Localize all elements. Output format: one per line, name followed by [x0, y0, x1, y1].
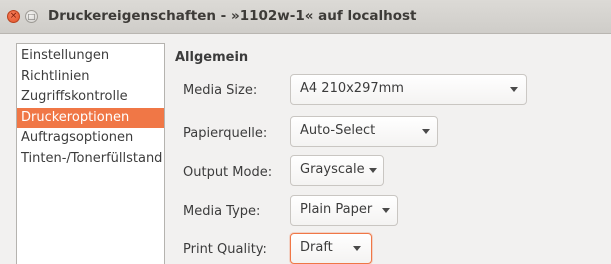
- sidebar-item-richtlinien[interactable]: Richtlinien: [17, 67, 164, 88]
- media-type-value: Plain Paper: [300, 202, 373, 217]
- sidebar-item-tinten-tonerfuellstand[interactable]: Tinten-/Tonerfüllstand: [17, 149, 164, 170]
- edge-fade: [521, 34, 611, 264]
- window-title: Druckereigenschaften - »1102w-1« auf loc…: [48, 8, 417, 24]
- minimize-icon: □: [27, 12, 36, 21]
- output-mode-value: Grayscale: [300, 162, 365, 177]
- close-icon: ×: [9, 11, 18, 21]
- settings-sidebar: Einstellungen Richtlinien Zugriffskontro…: [16, 43, 165, 264]
- papierquelle-select[interactable]: Auto-Select: [290, 116, 438, 147]
- chevron-down-icon: [353, 246, 361, 251]
- chevron-down-icon: [382, 208, 390, 213]
- output-mode-select[interactable]: Grayscale: [290, 155, 384, 186]
- chevron-down-icon: [422, 129, 430, 134]
- media-type-label: Media Type:: [183, 204, 261, 219]
- media-size-label: Media Size:: [183, 83, 258, 98]
- papierquelle-value: Auto-Select: [300, 123, 376, 138]
- print-quality-label: Print Quality:: [183, 242, 267, 257]
- print-quality-select[interactable]: Draft: [290, 233, 372, 264]
- chevron-down-icon: [510, 87, 518, 92]
- sidebar-item-auftragsoptionen[interactable]: Auftragsoptionen: [17, 128, 164, 149]
- media-size-select[interactable]: A4 210x297mm: [290, 74, 527, 105]
- chevron-down-icon: [369, 168, 377, 173]
- group-title: Allgemein: [175, 50, 249, 65]
- title-bar: × □ Druckereigenschaften - »1102w-1« auf…: [0, 0, 611, 34]
- sidebar-item-einstellungen[interactable]: Einstellungen: [17, 46, 164, 67]
- print-quality-value: Draft: [300, 240, 333, 255]
- output-mode-label: Output Mode:: [183, 165, 273, 180]
- media-size-value: A4 210x297mm: [300, 81, 404, 96]
- minimize-button[interactable]: □: [25, 10, 38, 23]
- media-type-select[interactable]: Plain Paper: [290, 195, 398, 226]
- sidebar-item-zugriffskontrolle[interactable]: Zugriffskontrolle: [17, 87, 164, 108]
- papierquelle-label: Papierquelle:: [183, 126, 268, 141]
- sidebar-item-druckeroptionen[interactable]: Druckeroptionen: [17, 107, 164, 128]
- close-button[interactable]: ×: [7, 10, 20, 23]
